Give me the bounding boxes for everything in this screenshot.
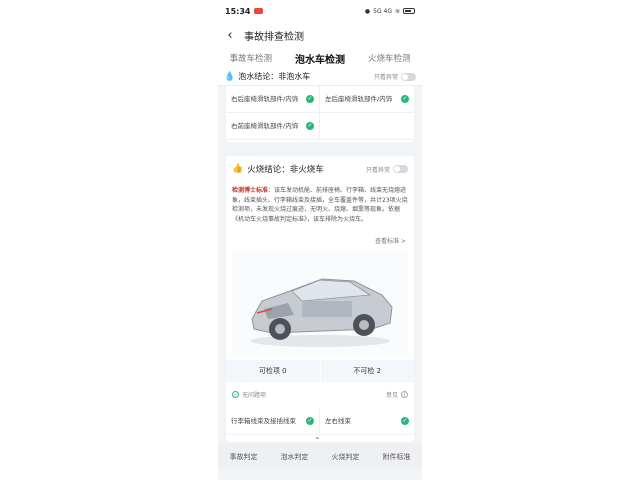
nav-accident[interactable]: 事故判定 [230,452,258,462]
stat-uncheckable: 不可检 2 [353,367,382,375]
fire-filter-toggle[interactable] [393,165,408,173]
no-issue-row: ✓ 无问题项 意见 i [226,386,414,402]
water-conclusion-value: 非泡水车 [278,72,311,81]
item-label: 行李箱线束及接插线束 [231,417,296,425]
no-issue-label: 无问题项 [242,391,267,399]
list-item: 左后座椅滑轨部件/内饰 ✓ [320,86,414,113]
water-conclusion-bar: 💧 泡水结论： 非泡水车 只看异常 [218,68,422,86]
fire-filter: 只看异常 [366,165,408,174]
check-icon: ✓ [401,95,409,103]
empty-cell [320,113,414,140]
status-bar: 15:34 ● 5G 4G ≋ [218,0,422,22]
signal-text: 5G 4G [373,7,392,15]
item-label: 右前座椅滑轨部件/内饰 [231,122,299,130]
view-standard-link[interactable]: 查看标准 > [375,236,406,245]
title-bar: ‹ 事故排查检测 [218,22,422,48]
water-filter-toggle[interactable] [401,72,416,81]
nav-water[interactable]: 泡水判定 [281,452,309,462]
tab-bar: 事故车检测 泡水车检测 火烧车检测 [218,48,422,71]
tab-fire[interactable]: 火烧车检测 [368,50,411,66]
tab-accident[interactable]: 事故车检测 [229,50,272,66]
thumbs-up-icon: 👍 [232,164,244,174]
check-icon: ✓ [306,122,314,130]
opinion-label: 意见 [385,391,398,399]
page-title: 事故排查检测 [244,31,304,43]
status-time: 15:34 [225,6,251,16]
list-item: 行李箱线束及接插线束 ✓ [226,408,320,435]
info-icon: i [401,390,408,398]
list-item: 右后座椅滑轨部件/内饰 ✓ [226,86,320,113]
item-label: 右后座椅滑轨部件/内饰 [231,95,299,103]
check-outline-icon: ✓ [232,390,239,398]
bottom-nav: 事故判定 泡水判定 火烧判定 附件标准 [218,443,422,470]
back-icon[interactable]: ‹ [222,27,238,43]
status-icons: ● 5G 4G ≋ [365,8,415,15]
check-icon: ✓ [401,417,409,425]
item-label: 左右线束 [325,417,351,425]
water-filter-label: 只看异常 [373,74,398,81]
wifi-icon: ≋ [394,7,400,15]
fire-conclusion-value: 非火烧车 [289,165,324,175]
stat-checkable: 可检项 0 [226,360,321,382]
fire-standard-notice: 检测博士标准：该车发动机舱、前排座椅、行李箱、线束无烧熔迹象，线束插头、行李箱线… [226,182,414,244]
nav-standard[interactable]: 附件标准 [383,452,411,462]
record-icon [254,8,264,14]
location-icon: ● [364,7,371,15]
water-items-card: 右后座椅滑轨部件/内饰 ✓ 左后座椅滑轨部件/内饰 ✓ 右前座椅滑轨部件/内饰 … [226,86,414,142]
notice-brand: 检测博士标准 [232,187,269,194]
opinion[interactable]: 意见 i [386,390,408,399]
water-filter: 只看异常 [374,72,416,81]
fire-conclusion-bar: 👍 火烧结论： 非火烧车 只看异常 [226,156,414,182]
list-item: 右前座椅滑轨部件/内饰 ✓ [226,113,320,140]
fire-stats: 可检项 0 不可检 2 [226,360,414,382]
tab-water[interactable]: 泡水车检测 [295,49,345,71]
phone-screen: 15:34 ● 5G 4G ≋ ‹ 事故排查检测 事故车检测 泡水车检测 火烧车… [218,0,422,480]
battery-icon [403,8,415,14]
list-item: 左右线束 ✓ [320,408,414,435]
water-drop-icon: 💧 [224,71,236,82]
fire-card: 👍 火烧结论： 非火烧车 只看异常 检测博士标准：该车发动机舱、前排座椅、行李箱… [226,156,414,442]
item-label: 左后座椅滑轨部件/内饰 [325,95,393,103]
check-icon: ✓ [306,417,314,425]
fire-conclusion-label: 火烧结论： [247,165,290,175]
water-conclusion-label: 泡水结论： [238,72,279,81]
nav-fire[interactable]: 火烧判定 [332,452,360,462]
car-cutaway-image [232,249,408,355]
fire-items-grid: 行李箱线束及接插线束 ✓ 左右线束 ✓ [226,408,414,435]
fire-filter-label: 只看异常 [365,166,390,174]
check-icon: ✓ [306,95,314,103]
